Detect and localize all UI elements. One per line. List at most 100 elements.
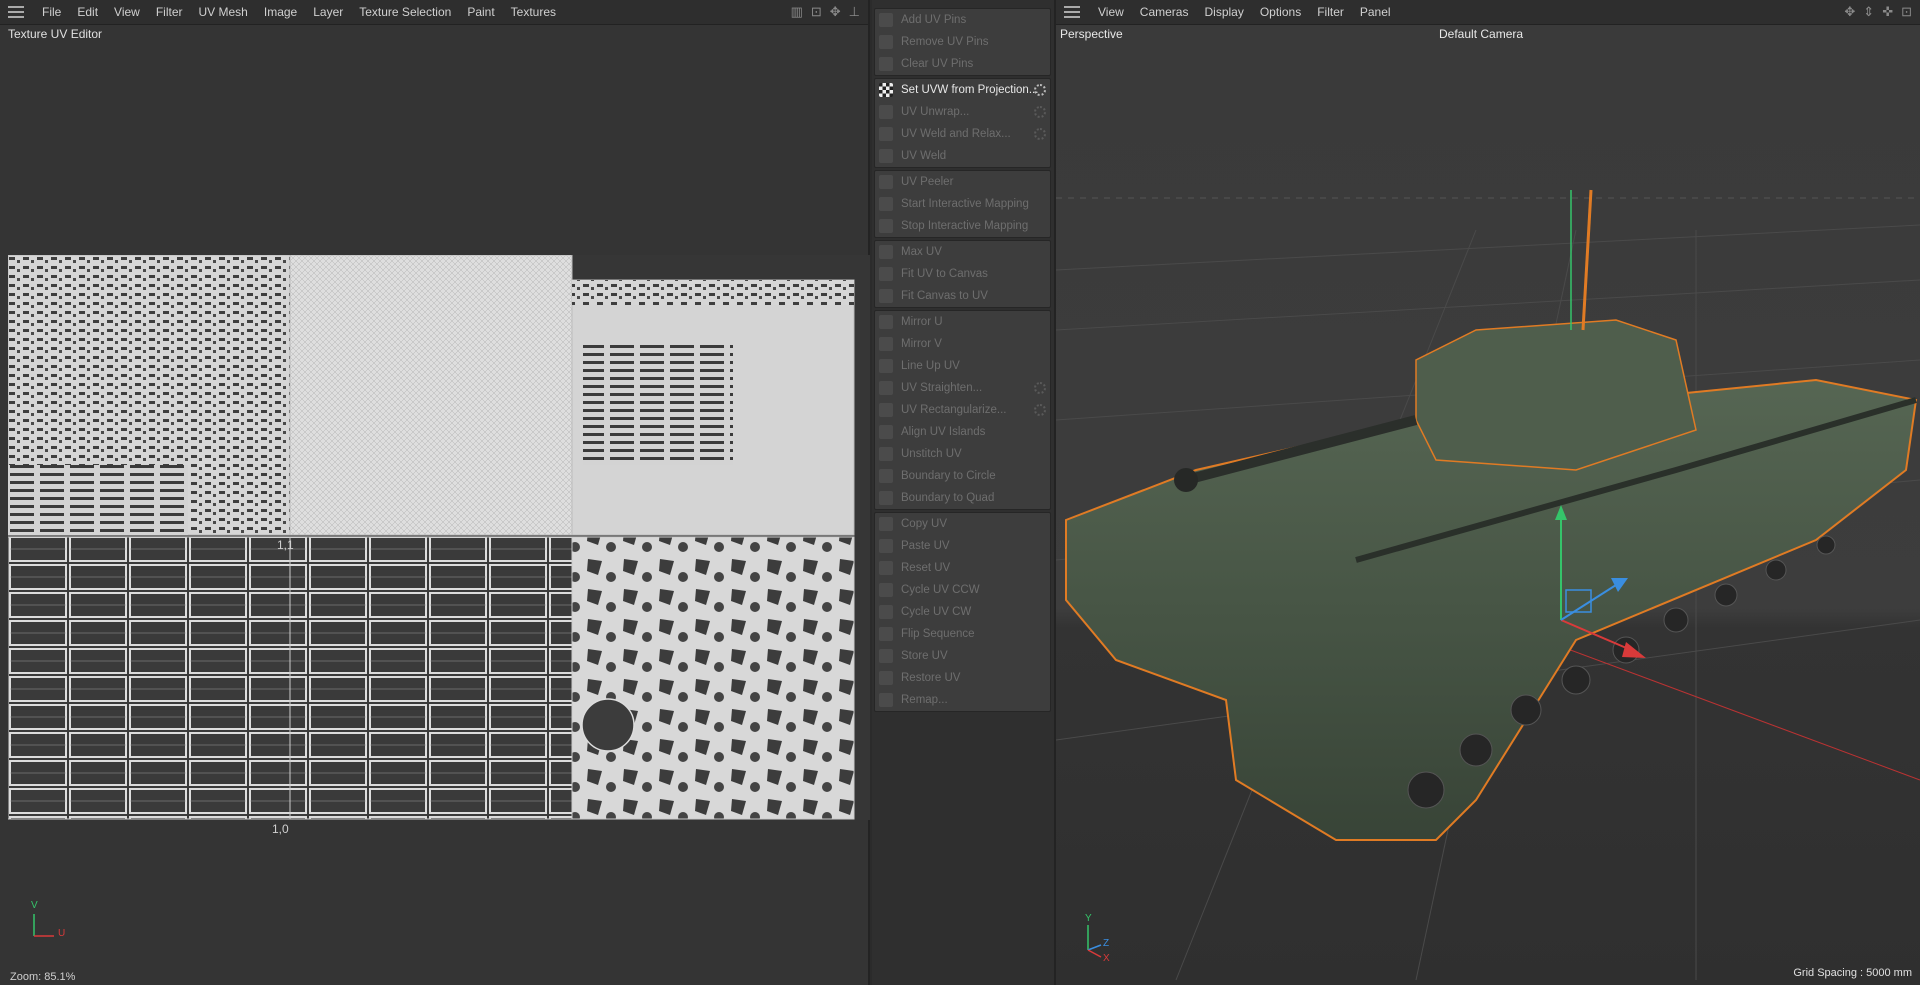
cmd-cycle-uv-ccw-button[interactable]: Cycle UV CCW <box>875 579 1050 601</box>
cmd-flip-sequence-button[interactable]: Flip Sequence <box>875 623 1050 645</box>
gear-icon[interactable] <box>1034 128 1046 140</box>
vp-axis-z-label: Z <box>1103 938 1110 949</box>
cmd-mirror-v-button[interactable]: Mirror V <box>875 333 1050 355</box>
vp-axis-x-label: X <box>1103 953 1110 964</box>
menu-texture-selection[interactable]: Texture Selection <box>351 0 459 24</box>
cmd-align-uv-islands-icon <box>879 425 893 439</box>
menu-layer[interactable]: Layer <box>305 0 351 24</box>
cmd-label: UV Straighten... <box>901 382 983 394</box>
cmd-label: Line Up UV <box>901 360 960 372</box>
move-view-icon[interactable]: ✥ <box>830 4 841 20</box>
cmd-uv-weld-and-relax-button[interactable]: UV Weld and Relax... <box>875 123 1050 145</box>
command-group: Mirror U Mirror V Line Up UV UV Straighten.… <box>874 310 1051 510</box>
cmd-store-uv-button[interactable]: Store UV <box>875 645 1050 667</box>
command-group: Set UVW from Projection... UV Unwrap... UV… <box>874 78 1051 168</box>
menu-filter[interactable]: Filter <box>148 0 191 24</box>
cmd-unstitch-uv-button[interactable]: Unstitch UV <box>875 443 1050 465</box>
grid-spacing-readout: Grid Spacing : 5000 mm <box>1793 967 1912 979</box>
cmd-label: Clear UV Pins <box>901 58 974 70</box>
cmd-label: Copy UV <box>901 518 948 530</box>
cmd-paste-uv-button[interactable]: Paste UV <box>875 535 1050 557</box>
cmd-restore-uv-button[interactable]: Restore UV <box>875 667 1050 689</box>
cmd-label: Set UVW from Projection... <box>901 84 1039 96</box>
cmd-reset-uv-icon <box>879 561 893 575</box>
cmd-uv-peeler-icon <box>879 175 893 189</box>
menu-uv-mesh[interactable]: UV Mesh <box>191 0 256 24</box>
menu-edit[interactable]: Edit <box>69 0 106 24</box>
uv-canvas[interactable] <box>8 255 870 820</box>
cmd-label: Boundary to Quad <box>901 492 995 504</box>
histogram-icon[interactable]: ▥ <box>791 4 803 20</box>
cmd-uv-straighten-button[interactable]: UV Straighten... <box>875 377 1050 399</box>
cmd-fit-canvas-to-uv-button[interactable]: Fit Canvas to UV <box>875 285 1050 307</box>
cmd-add-uv-pins-button[interactable]: Add UV Pins <box>875 9 1050 31</box>
cmd-uv-unwrap-icon <box>879 105 893 119</box>
pin-icon[interactable]: ⊥ <box>849 4 860 20</box>
cmd-boundary-to-quad-button[interactable]: Boundary to Quad <box>875 487 1050 509</box>
cmd-label: Paste UV <box>901 540 950 552</box>
uv-coord-label-top: 1,1 <box>277 538 294 552</box>
command-group: Max UV Fit UV to Canvas Fit Canvas to UV <box>874 240 1051 308</box>
menu-textures[interactable]: Textures <box>503 0 564 24</box>
cmd-align-uv-islands-button[interactable]: Align UV Islands <box>875 421 1050 443</box>
cmd-remap-icon <box>879 693 893 707</box>
gear-icon[interactable] <box>1034 382 1046 394</box>
cmd-mirror-u-button[interactable]: Mirror U <box>875 311 1050 333</box>
cmd-uv-weld-button[interactable]: UV Weld <box>875 145 1050 167</box>
zoom-status: Zoom: 85.1% <box>10 971 76 983</box>
cmd-remove-uv-pins-button[interactable]: Remove UV Pins <box>875 31 1050 53</box>
cmd-cycle-uv-ccw-icon <box>879 583 893 597</box>
cmd-label: Align UV Islands <box>901 426 986 438</box>
cmd-reset-uv-button[interactable]: Reset UV <box>875 557 1050 579</box>
cmd-paste-uv-icon <box>879 539 893 553</box>
cmd-uv-weld-icon <box>879 149 893 163</box>
cmd-max-uv-icon <box>879 245 893 259</box>
uv-coord-label-bottom: 1,0 <box>272 822 289 836</box>
cmd-boundary-to-circle-button[interactable]: Boundary to Circle <box>875 465 1050 487</box>
axis-u-label: U <box>58 928 66 939</box>
cmd-remap-button[interactable]: Remap... <box>875 689 1050 711</box>
cmd-uv-unwrap-button[interactable]: UV Unwrap... <box>875 101 1050 123</box>
gear-icon[interactable] <box>1034 106 1046 118</box>
gear-icon[interactable] <box>1034 404 1046 416</box>
hamburger-menu-icon[interactable] <box>8 6 24 18</box>
uv-axis-gizmo: V U <box>28 900 68 942</box>
perspective-viewport[interactable]: View Cameras Display Options Filter Pane… <box>1056 0 1920 985</box>
cmd-start-interactive-mapping-button[interactable]: Start Interactive Mapping <box>875 193 1050 215</box>
menu-view[interactable]: View <box>106 0 148 24</box>
cmd-uv-peeler-button[interactable]: UV Peeler <box>875 171 1050 193</box>
cmd-set-uvw-from-projection-icon <box>879 83 893 97</box>
panel-title: Texture UV Editor <box>8 27 103 41</box>
menu-image[interactable]: Image <box>256 0 305 24</box>
command-group: Add UV Pins Remove UV Pins Clear UV Pins <box>874 8 1051 76</box>
cmd-label: Mirror U <box>901 316 943 328</box>
cmd-set-uvw-from-projection-button[interactable]: Set UVW from Projection... <box>875 79 1050 101</box>
menu-paint[interactable]: Paint <box>459 0 502 24</box>
uv-islands-graphic <box>8 255 855 820</box>
cmd-label: Max UV <box>901 246 942 258</box>
cmd-stop-interactive-mapping-icon <box>879 219 893 233</box>
cmd-fit-uv-to-canvas-button[interactable]: Fit UV to Canvas <box>875 263 1050 285</box>
cmd-uv-rectangularize-button[interactable]: UV Rectangularize... <box>875 399 1050 421</box>
cmd-line-up-uv-button[interactable]: Line Up UV <box>875 355 1050 377</box>
cmd-fit-canvas-to-uv-icon <box>879 289 893 303</box>
cmd-cycle-uv-cw-button[interactable]: Cycle UV CW <box>875 601 1050 623</box>
gear-icon[interactable] <box>1034 84 1046 96</box>
command-group: Copy UV Paste UV Reset UV Cycle UV CCW Cycle… <box>874 512 1051 712</box>
vp-axis-y-label: Y <box>1085 913 1092 924</box>
cmd-clear-uv-pins-button[interactable]: Clear UV Pins <box>875 53 1050 75</box>
uv-editor-menubar: File Edit View Filter UV Mesh Image Laye… <box>0 0 868 25</box>
cmd-label: Unstitch UV <box>901 448 962 460</box>
cmd-max-uv-button[interactable]: Max UV <box>875 241 1050 263</box>
lock-icon[interactable]: ⊡ <box>811 4 822 20</box>
cmd-label: Remap... <box>901 694 948 706</box>
cmd-label: Boundary to Circle <box>901 470 996 482</box>
cmd-label: Flip Sequence <box>901 628 975 640</box>
cmd-uv-rectangularize-icon <box>879 403 893 417</box>
cmd-flip-sequence-icon <box>879 627 893 641</box>
menu-file[interactable]: File <box>34 0 69 24</box>
cmd-stop-interactive-mapping-button[interactable]: Stop Interactive Mapping <box>875 215 1050 237</box>
cmd-start-interactive-mapping-icon <box>879 197 893 211</box>
cmd-copy-uv-button[interactable]: Copy UV <box>875 513 1050 535</box>
cmd-label: Start Interactive Mapping <box>901 198 1029 210</box>
